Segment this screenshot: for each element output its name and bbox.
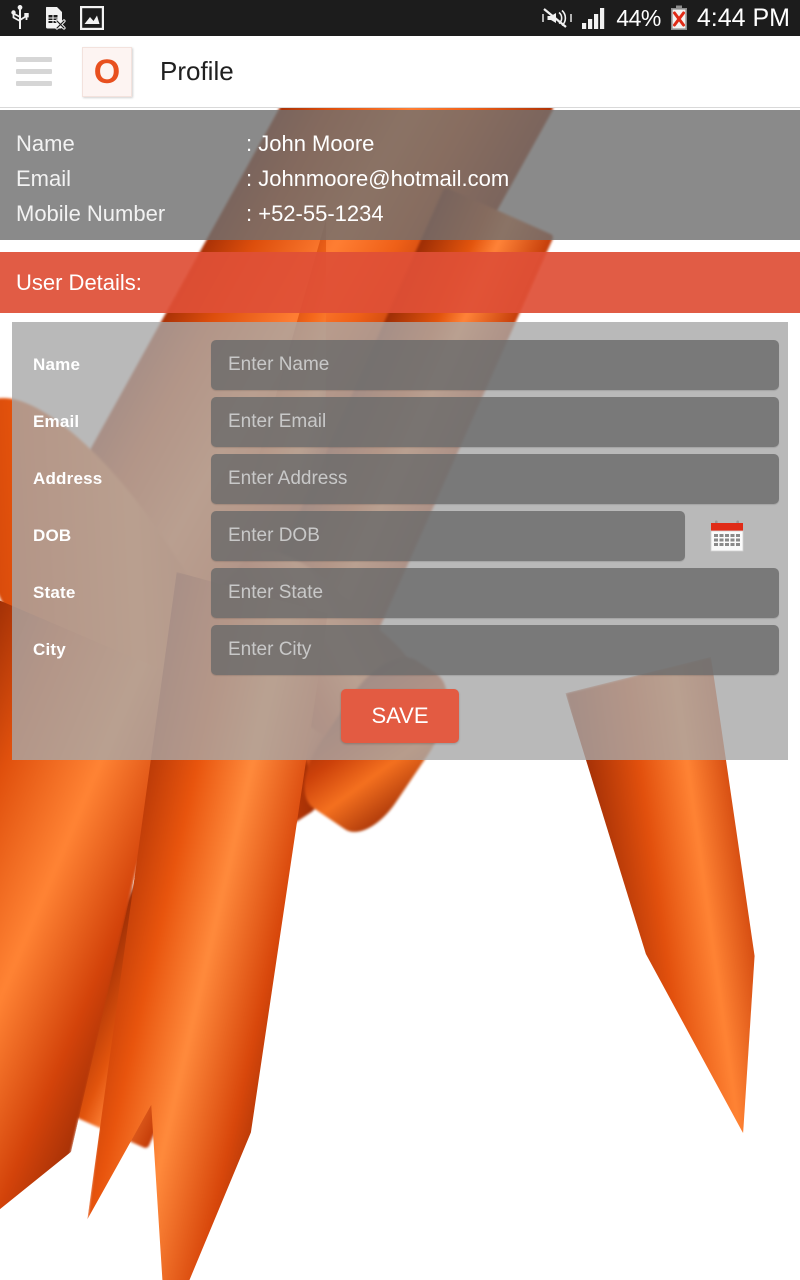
page-title: Profile	[160, 56, 234, 86]
hamburger-menu-icon[interactable]	[6, 57, 62, 86]
form-label-city: City	[33, 639, 66, 659]
form-row-name: Name Enter Name	[21, 336, 779, 393]
signal-bars-icon	[582, 8, 605, 29]
sim-card-error-icon	[46, 6, 66, 30]
info-row-mobile: Mobile Number : +52-55-1234	[16, 196, 800, 231]
dob-input-placeholder: Enter DOB	[228, 524, 320, 546]
info-label-email: Email	[16, 165, 72, 191]
form-label-dob: DOB	[33, 525, 72, 545]
profile-info-panel: Name : John Moore Email : Johnmoore@hotm…	[0, 110, 800, 240]
city-input-placeholder: Enter City	[228, 638, 312, 660]
user-details-banner-label: User Details:	[16, 269, 142, 295]
hamburger-line-2	[16, 69, 52, 74]
state-input-placeholder: Enter State	[228, 581, 324, 603]
app-logo-letter: O	[93, 52, 121, 91]
form-row-state: State Enter State	[21, 564, 779, 621]
email-input[interactable]: Enter Email	[211, 396, 779, 447]
user-details-banner: User Details:	[0, 252, 800, 313]
hamburger-line-3	[16, 81, 52, 86]
form-row-address: Address Enter Address	[21, 450, 779, 507]
form-label-name: Name	[33, 354, 81, 374]
info-row-name: Name : John Moore	[16, 126, 800, 161]
clock-label: 4:44 PM	[696, 3, 790, 32]
form-label-email: Email	[33, 411, 80, 431]
date-picker-button[interactable]	[685, 517, 769, 555]
save-button-row: SAVE	[21, 684, 779, 748]
app-bar: O Profile	[0, 36, 800, 108]
city-input[interactable]: Enter City	[211, 624, 779, 675]
info-row-email: Email : Johnmoore@hotmail.com	[16, 161, 800, 196]
email-input-placeholder: Enter Email	[228, 410, 327, 432]
name-input-placeholder: Enter Name	[228, 353, 330, 375]
info-label-mobile: Mobile Number	[16, 200, 166, 226]
save-button[interactable]: SAVE	[341, 689, 459, 743]
info-value-name: : John Moore	[246, 130, 375, 156]
dob-input[interactable]: Enter DOB	[211, 510, 685, 561]
usb-icon	[11, 5, 29, 29]
info-value-mobile: : +52-55-1234	[246, 200, 384, 226]
info-value-email: : Johnmoore@hotmail.com	[246, 165, 510, 191]
battery-error-icon	[670, 5, 687, 30]
form-label-address: Address	[33, 468, 103, 488]
hamburger-line-1	[16, 57, 52, 62]
form-row-email: Email Enter Email	[21, 393, 779, 450]
state-input[interactable]: Enter State	[211, 567, 779, 618]
status-bar: 44% 4:44 PM	[0, 0, 800, 36]
battery-percent-label: 44%	[616, 4, 661, 31]
form-row-dob: DOB Enter DOB	[21, 507, 779, 564]
gallery-image-icon	[80, 6, 104, 30]
name-input[interactable]: Enter Name	[211, 339, 779, 390]
form-row-city: City Enter City	[21, 621, 779, 678]
status-bar-left-icons	[10, 5, 104, 31]
app-logo: O	[82, 46, 132, 97]
calendar-icon	[710, 520, 744, 551]
status-bar-right-icons: 44% 4:44 PM	[542, 4, 790, 33]
info-label-name: Name	[16, 130, 75, 156]
user-details-form: Name Enter Name Email Enter Email Addres…	[12, 322, 788, 760]
address-input-placeholder: Enter Address	[228, 467, 348, 489]
address-input[interactable]: Enter Address	[211, 453, 779, 504]
form-label-state: State	[33, 582, 76, 602]
vibrate-mute-icon	[542, 8, 573, 28]
